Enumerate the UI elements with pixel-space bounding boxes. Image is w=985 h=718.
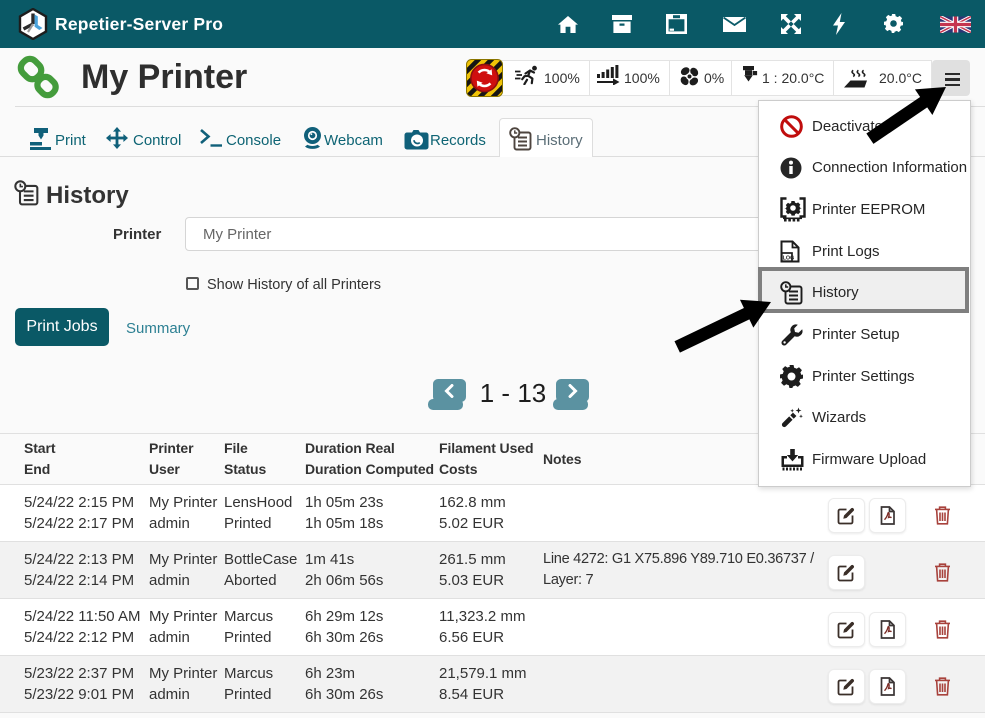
svg-text:LOG: LOG	[783, 255, 795, 261]
